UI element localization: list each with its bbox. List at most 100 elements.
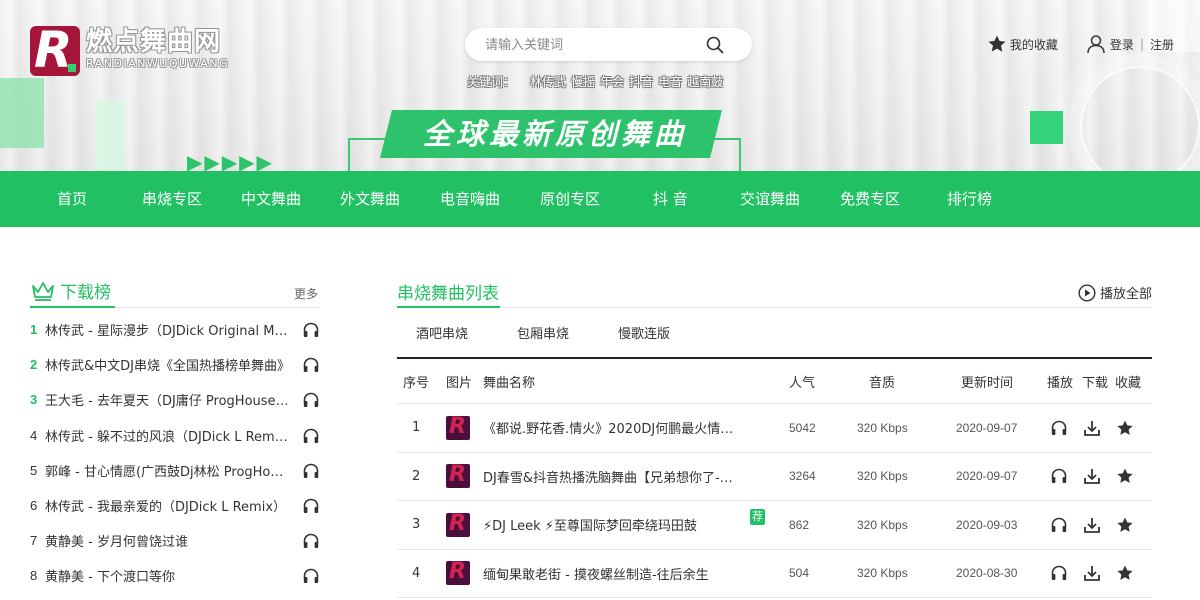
rank-song-title[interactable]: 林传武 - 我最亲爱的（DJDick L Remix） <box>45 496 290 515</box>
favorite-star-icon[interactable] <box>1116 501 1134 549</box>
nav-item-home[interactable]: 首页 <box>57 171 87 227</box>
title-underline <box>30 306 115 308</box>
download-icon[interactable] <box>1083 501 1101 549</box>
nav-item-foreign[interactable]: 外文舞曲 <box>340 171 400 227</box>
song-thumbnail[interactable]: R <box>446 453 470 501</box>
site-logo[interactable]: R 燃点舞曲网 RANDIANWUQUWANG <box>30 26 229 76</box>
keyword-link[interactable]: 越南鼓 <box>687 73 723 90</box>
header-updated: 更新时间 <box>961 375 1014 391</box>
rank-song-title[interactable]: 王大毛 - 去年夏天（DJ庸仔 ProgHouse Mix） <box>45 390 290 409</box>
popularity: 862 <box>789 517 810 532</box>
tab-bar-medley[interactable]: 酒吧串烧 <box>416 323 468 342</box>
play-headphones-icon[interactable] <box>1050 501 1068 549</box>
row-number: 1 <box>412 420 421 436</box>
nav-item-medley[interactable]: 串烧专区 <box>142 171 202 227</box>
row-number: 3 <box>412 517 421 533</box>
search-input[interactable] <box>485 37 705 52</box>
download-icon[interactable] <box>1083 404 1101 452</box>
thumbnail-image: R <box>446 512 470 537</box>
category-tabs: 酒吧串烧 包厢串烧 慢歌连版 <box>397 308 1152 359</box>
search-box <box>465 28 752 61</box>
more-link[interactable]: 更多 <box>294 285 318 302</box>
table-header: 序号 图片 舞曲名称 人气 音质 更新时间 播放 下载 收藏 <box>397 359 1152 404</box>
song-name[interactable]: 缅甸果敢老街 - 摸夜螺丝制造-往后余生 <box>483 564 743 583</box>
thumbnail-letter: R <box>449 415 466 439</box>
song-rows: 1 R 《都说.野花香.情火》2020DJ何鹏最火情歌串烧 5042 320 Kbps 2… <box>397 404 1152 598</box>
login-link[interactable]: 登录 <box>1110 36 1134 53</box>
tab-slow-medley[interactable]: 慢歌连版 <box>618 323 670 342</box>
rank-item[interactable]: 7 黄静美 - 岁月何曾饶过谁 <box>30 523 320 558</box>
banner-decoration <box>1030 111 1063 144</box>
nav-item-free[interactable]: 免费专区 <box>840 171 900 227</box>
song-name[interactable]: DJ春雪&抖音热播洗脑舞曲【兄弟想你了-串烧】 <box>483 467 743 486</box>
nav-item-chinese[interactable]: 中文舞曲 <box>241 171 301 227</box>
song-name[interactable]: ⚡DJ Leek ⚡至尊国际梦回牵绕玛田鼓 <box>483 515 743 534</box>
play-headphones-icon[interactable] <box>1050 550 1068 598</box>
play-headphones-icon[interactable] <box>1050 453 1068 501</box>
headphones-icon[interactable] <box>302 427 320 445</box>
play-headphones-icon[interactable] <box>1050 404 1068 452</box>
rank-item[interactable]: 4 林传武 - 躲不过的风浪（DJDick L Remix） <box>30 418 320 453</box>
headphones-icon[interactable] <box>302 356 320 374</box>
keyword-link[interactable]: 慢摇 <box>571 73 595 90</box>
nav-item-ranking[interactable]: 排行榜 <box>947 171 992 227</box>
rank-song-title[interactable]: 林传武&中文DJ串烧《全国热播榜单舞曲》 <box>45 355 290 374</box>
logo-text: 燃点舞曲网 RANDIANWUQUWANG <box>86 28 229 70</box>
banner-decoration <box>0 78 44 148</box>
download-icon[interactable] <box>1083 453 1101 501</box>
rank-item[interactable]: 2 林传武&中文DJ串烧《全国热播榜单舞曲》 <box>30 347 320 382</box>
row-number: 2 <box>412 468 421 484</box>
headphones-icon[interactable] <box>302 462 320 480</box>
register-link[interactable]: 注册 <box>1150 36 1174 53</box>
headphones-icon[interactable] <box>302 567 320 585</box>
headphones-icon[interactable] <box>302 321 320 339</box>
play-all-button[interactable]: 播放全部 <box>1078 283 1152 302</box>
rank-number: 4 <box>30 427 38 443</box>
slogan-text: 全球最新原创舞曲 <box>422 117 687 151</box>
song-name[interactable]: 《都说.野花香.情火》2020DJ何鹏最火情歌串烧 <box>483 418 743 437</box>
tab-room-medley[interactable]: 包厢串烧 <box>517 323 569 342</box>
favorite-star-icon[interactable] <box>1116 404 1134 452</box>
headphones-icon[interactable] <box>302 497 320 515</box>
nav-item-edm[interactable]: 电音嗨曲 <box>440 171 500 227</box>
nav-item-douyin[interactable]: 抖 音 <box>653 171 688 227</box>
logo-mark-letter: R <box>34 26 73 76</box>
rank-song-title[interactable]: 黄静美 - 岁月何曾饶过谁 <box>45 531 290 550</box>
keyword-link[interactable]: 电音 <box>658 73 682 90</box>
thumbnail-image: R <box>446 464 470 489</box>
song-thumbnail[interactable]: R <box>446 550 470 598</box>
rank-item[interactable]: 8 黄静美 - 下个渡口等你 <box>30 558 320 593</box>
rank-song-title[interactable]: 林传武 - 躲不过的风浪（DJDick L Remix） <box>45 426 290 445</box>
song-list-title: 串烧舞曲列表 <box>397 284 499 304</box>
favorite-star-icon[interactable] <box>1116 550 1134 598</box>
rank-song-title[interactable]: 郭峰 - 甘心情愿(广西鼓Dj林松 ProgHouse Mix) <box>45 461 290 480</box>
keyword-link[interactable]: 抖音 <box>629 73 653 90</box>
play-circle-icon <box>1078 283 1096 302</box>
headphones-icon[interactable] <box>302 391 320 409</box>
favorite-star-icon[interactable] <box>1116 453 1134 501</box>
nav-item-ballroom[interactable]: 交谊舞曲 <box>740 171 800 227</box>
song-thumbnail[interactable]: R <box>446 404 470 452</box>
rank-item[interactable]: 5 郭峰 - 甘心情愿(广西鼓Dj林松 ProgHouse Mix) <box>30 453 320 488</box>
user-area: 我的收藏 登录 | 注册 <box>987 34 1174 54</box>
keyword-link[interactable]: 年会 <box>600 73 624 90</box>
popularity: 3264 <box>789 469 816 484</box>
rank-item[interactable]: 6 林传武 - 我最亲爱的（DJDick L Remix） <box>30 488 320 523</box>
search-icon[interactable] <box>706 36 724 54</box>
crown-icon <box>32 281 54 301</box>
nav-item-original[interactable]: 原创专区 <box>540 171 600 227</box>
banner-decoration <box>95 100 125 171</box>
headphones-icon[interactable] <box>302 532 320 550</box>
rank-song-title[interactable]: 黄静美 - 下个渡口等你 <box>45 566 290 585</box>
my-favorites-link[interactable]: 我的收藏 <box>987 34 1058 54</box>
keyword-link[interactable]: 林传武 <box>530 73 566 90</box>
rank-item[interactable]: 3 王大毛 - 去年夏天（DJ庸仔 ProgHouse Mix） <box>30 382 320 417</box>
rank-song-title[interactable]: 林传武 - 星际漫步（DJDick Original Mix） <box>45 320 290 339</box>
header-favorite: 收藏 <box>1115 375 1142 391</box>
download-icon[interactable] <box>1083 550 1101 598</box>
song-thumbnail[interactable]: R <box>446 501 470 549</box>
play-all-label: 播放全部 <box>1099 287 1152 302</box>
song-name-cell: ⚡DJ Leek ⚡至尊国际梦回牵绕玛田鼓 <box>483 501 743 549</box>
download-chart-header: 下载榜 更多 <box>30 275 320 308</box>
rank-item[interactable]: 1 林传武 - 星际漫步（DJDick Original Mix） <box>30 312 320 347</box>
